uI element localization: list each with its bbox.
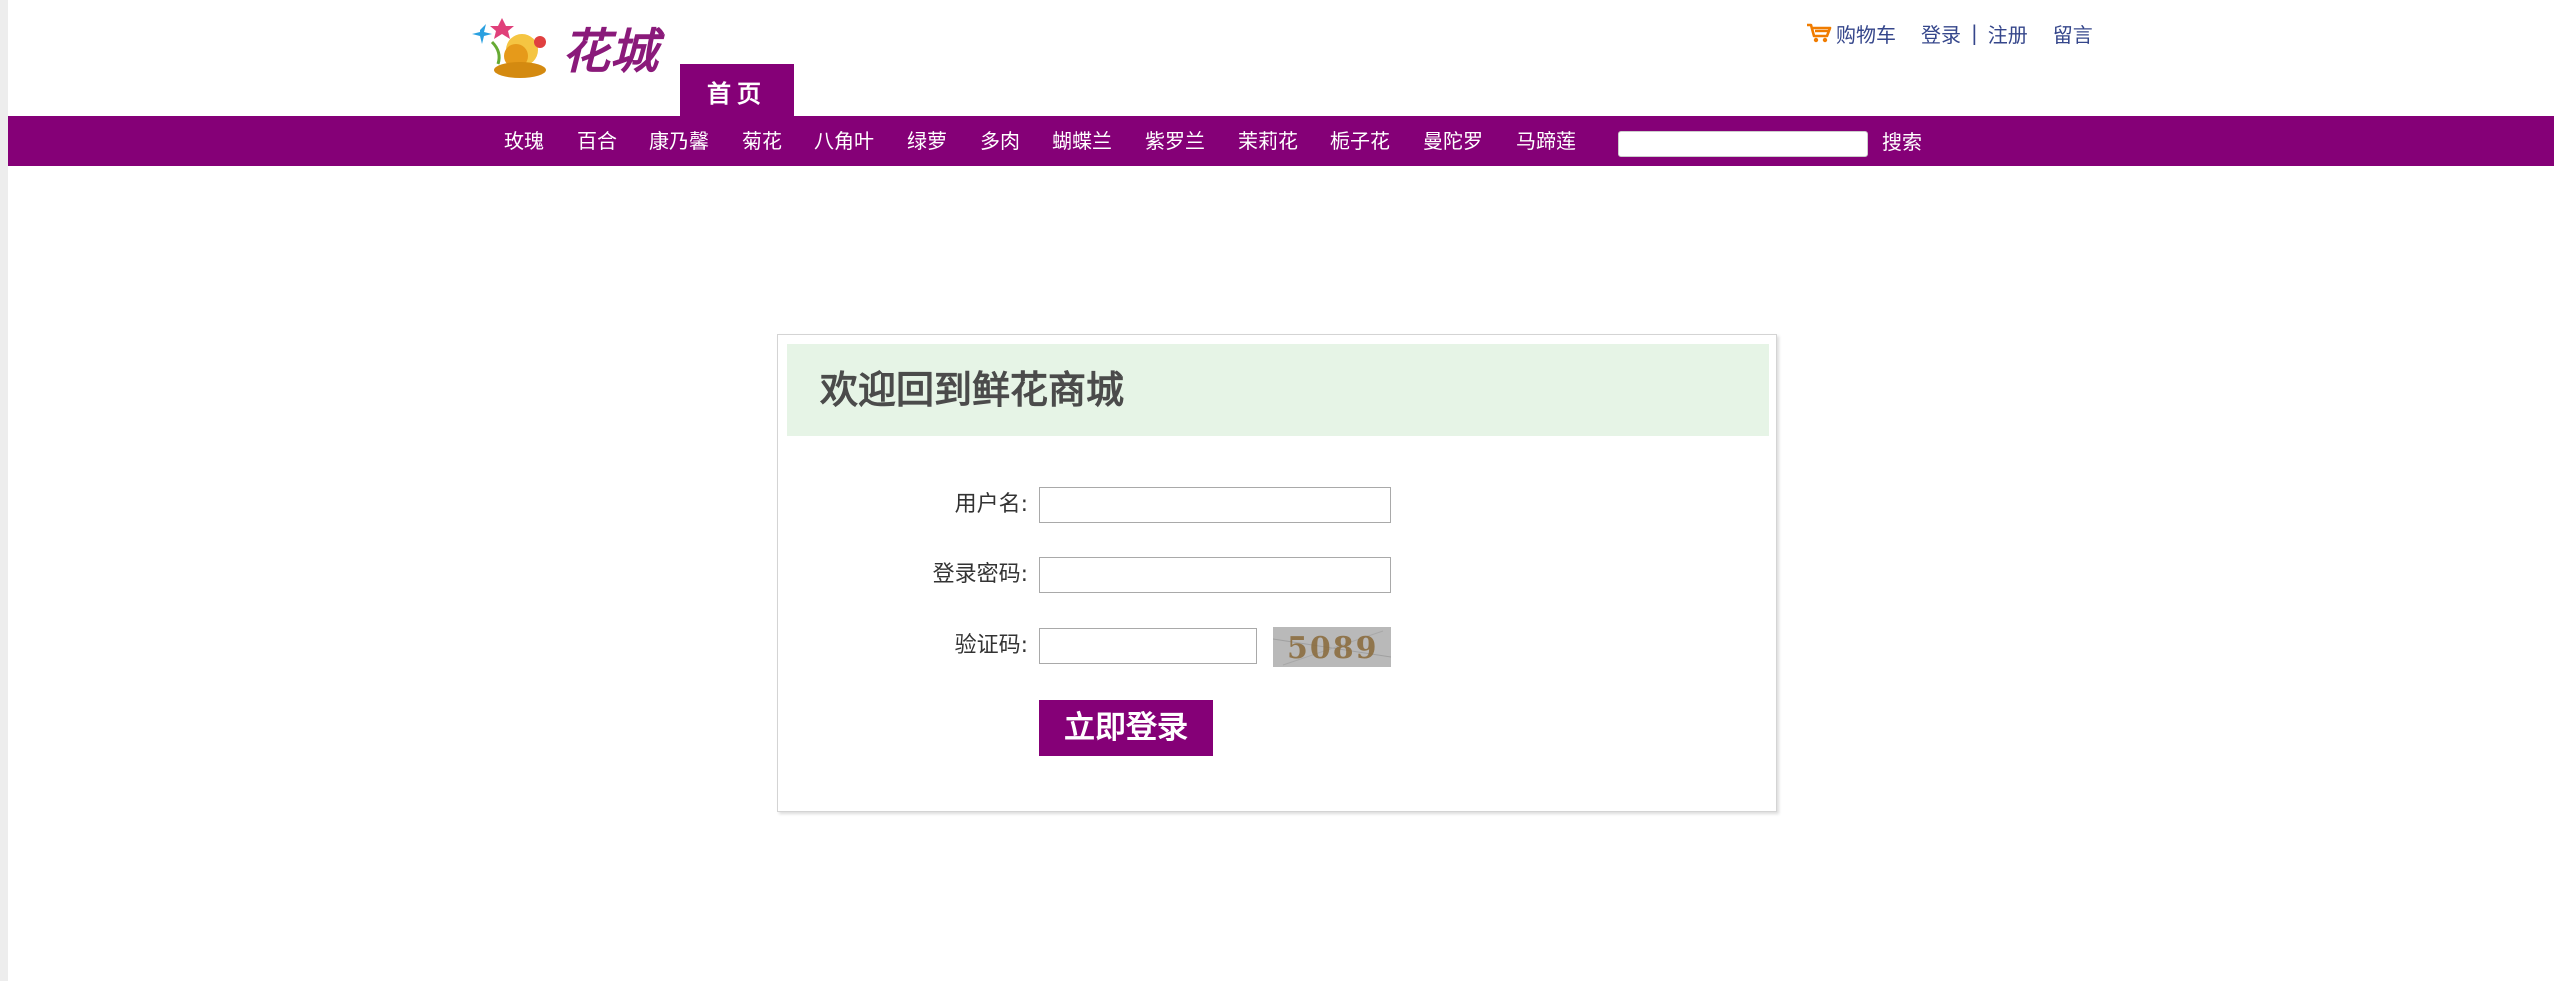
cart-link[interactable]: 购物车 [1806,19,1896,48]
password-input[interactable] [1039,557,1391,593]
captcha-label: 验证码: [954,633,1028,658]
nav-item-jasmine[interactable]: 茉莉花 [1238,116,1298,166]
search-input[interactable] [1618,131,1868,157]
nav-item-violet[interactable]: 紫罗兰 [1145,116,1205,166]
username-input[interactable] [1039,487,1391,523]
link-separator: | [1971,21,1978,45]
register-link[interactable]: 注册 [1988,19,2028,48]
category-nav: 玫瑰 百合 康乃馨 菊花 八角叶 绿萝 多肉 蝴蝶兰 紫罗兰 茉莉花 栀子花 曼… [8,116,2554,166]
username-label: 用户名: [954,492,1028,517]
captcha-input[interactable] [1039,628,1257,664]
nav-item-datura[interactable]: 曼陀罗 [1423,116,1483,166]
cart-label: 购物车 [1836,22,1896,47]
login-header: 欢迎回到鲜花商城 [787,344,1769,436]
password-label: 登录密码: [932,562,1028,587]
search-button[interactable]: 搜索 [1882,116,1922,166]
nav-item-lily[interactable]: 百合 [577,116,617,166]
top-links: 购物车 登录 | 注册 留言 [1806,18,2093,48]
message-link[interactable]: 留言 [2053,19,2093,48]
login-panel: 欢迎回到鲜花商城 用户名: 登录密码: 验证码: 5089 立即登录 [777,334,1777,812]
nav-item-chrysanthemum[interactable]: 菊花 [742,116,782,166]
nav-item-fatsia[interactable]: 八角叶 [814,116,874,166]
nav-item-succulent[interactable]: 多肉 [980,116,1020,166]
logo-text: 花城 [562,24,665,80]
login-button[interactable]: 立即登录 [1039,700,1213,756]
captcha-text: 5089 [1287,631,1379,666]
nav-item-carnation[interactable]: 康乃馨 [649,116,709,166]
nav-item-calla-lily[interactable]: 马蹄莲 [1516,116,1576,166]
nav-item-gardenia[interactable]: 栀子花 [1330,116,1390,166]
nav-item-rose[interactable]: 玫瑰 [504,116,544,166]
tab-home[interactable]: 首页 [680,64,794,116]
cart-icon [1807,23,1832,43]
login-link[interactable]: 登录 [1921,19,1961,48]
captcha-image[interactable]: 5089 [1273,627,1391,667]
window-edge [0,0,8,981]
login-title: 欢迎回到鲜花商城 [820,368,1125,412]
nav-item-orchid[interactable]: 蝴蝶兰 [1052,116,1112,166]
logo-flower-icon [472,18,546,78]
site-logo[interactable]: 花城 [472,12,678,86]
nav-item-pothos[interactable]: 绿萝 [907,116,947,166]
